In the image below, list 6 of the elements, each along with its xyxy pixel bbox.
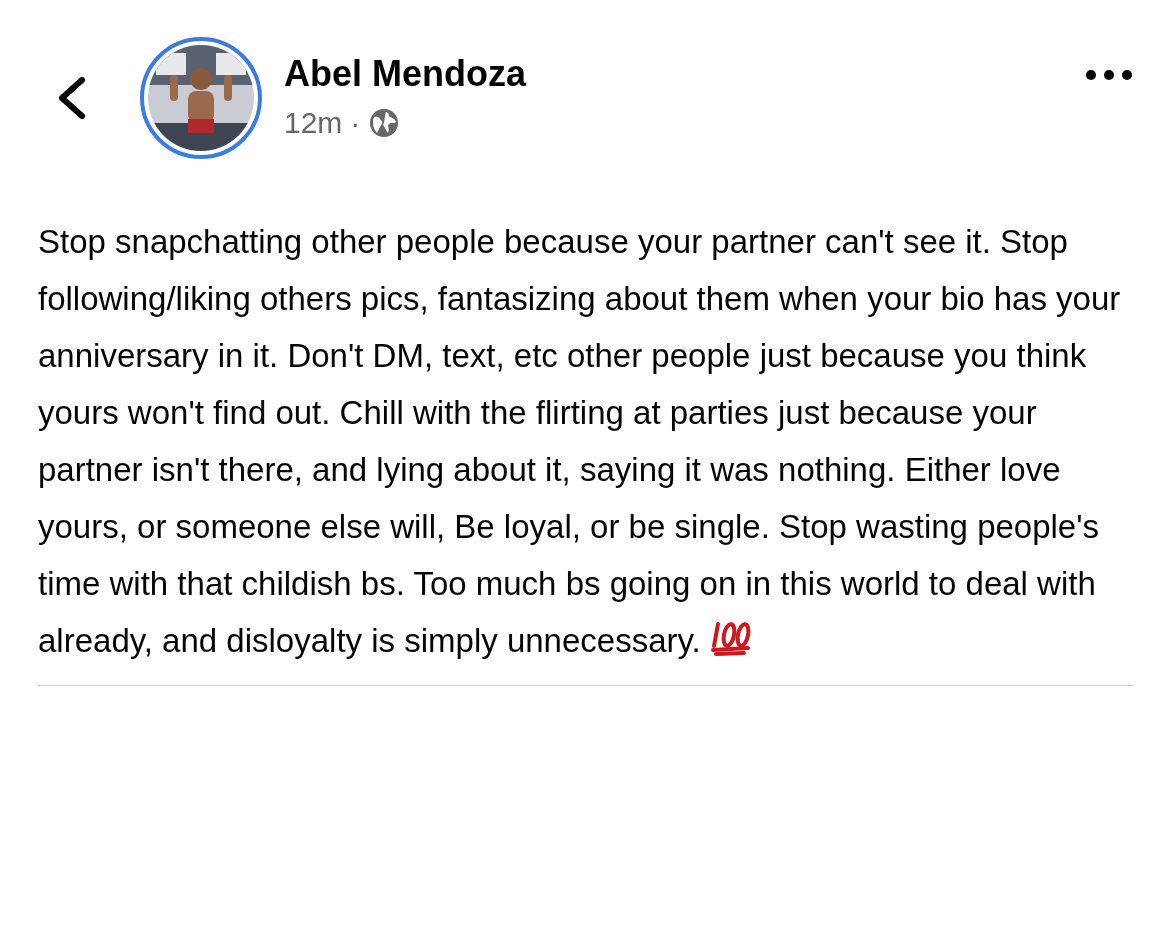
separator: · — [350, 105, 361, 142]
author-name[interactable]: Abel Mendoza — [284, 53, 1084, 94]
globe-icon — [368, 107, 401, 140]
post-time: 12m — [284, 105, 343, 142]
post-text: Stop snapchatting other people because your partner can't see it. Stop following/liking others pics, fantasizing about them when your bio has your anniversary in it. Don't DM, text, etc other people just because you think yours won't find out. Chill with the flirting at parties just because your partner isn't there, and lying about it, saying it was nothing. Either love yours, or someone else will, Be loyal, or be single. Stop wasting people's time with that childish bs. Too much bs going on in this world to deal with already, and disloyalty is simply unnecessary. — [38, 222, 1122, 661]
avatar[interactable] — [140, 36, 262, 159]
